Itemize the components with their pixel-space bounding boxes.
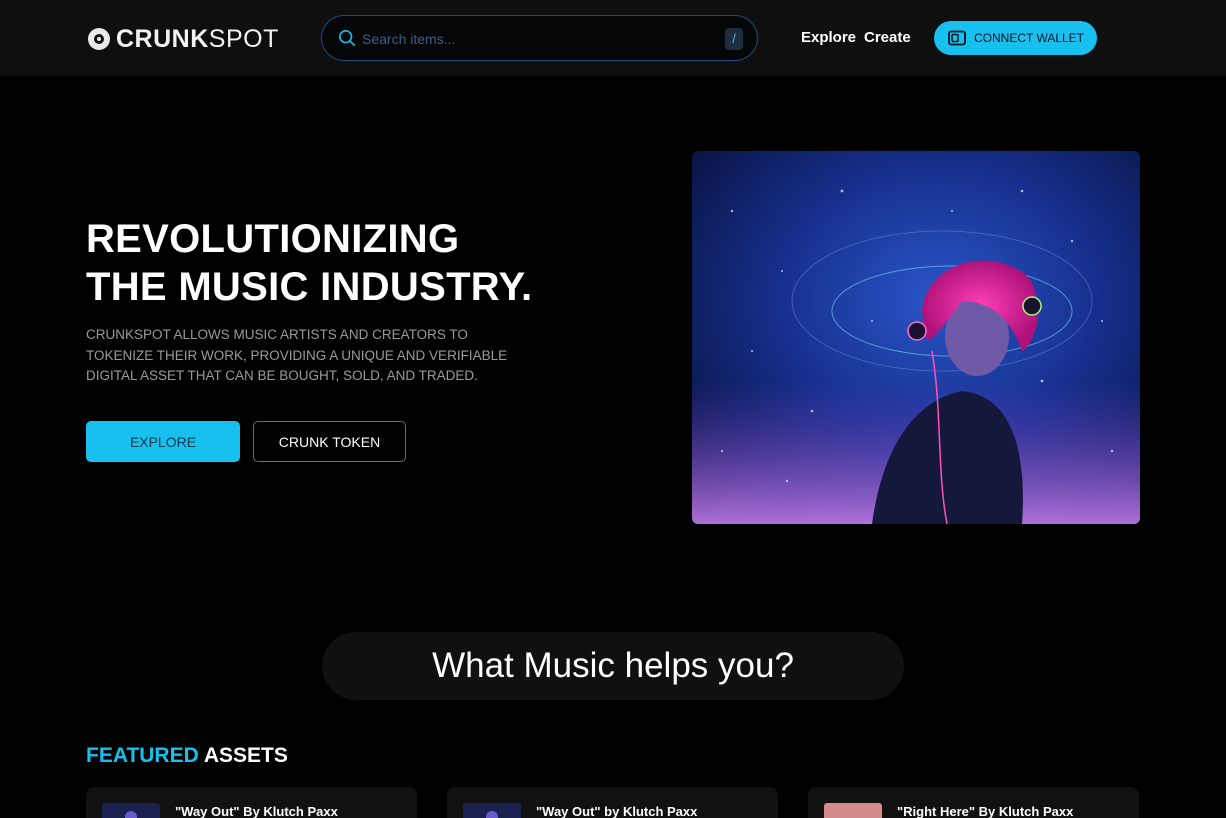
hero-description: CRUNKSPOT ALLOWS MUSIC ARTISTS AND CREAT… (86, 327, 508, 383)
section-title-banner: What Music helps you? (322, 632, 904, 700)
brand-logo[interactable]: CRUNKSPOT (88, 24, 279, 54)
nav-create-link[interactable]: Create (864, 29, 911, 46)
section-title: What Music helps you? (432, 646, 794, 685)
featured-heading-accent: FEATURED (86, 744, 199, 767)
crunk-token-button[interactable]: CRUNK TOKEN (253, 421, 406, 462)
search-bar: / (321, 15, 758, 61)
asset-title: "Way Out" by Klutch Paxx (536, 804, 698, 818)
featured-asset-card[interactable]: "Right Here" By Klutch Paxx (808, 787, 1139, 818)
top-navbar: CRUNKSPOT / Explore Create CONNECT WALLE… (0, 0, 1226, 76)
hero-artwork-image (692, 151, 1140, 524)
nav-explore-link[interactable]: Explore (801, 29, 856, 46)
search-shortcut-key: / (725, 28, 743, 50)
asset-title: "Right Here" By Klutch Paxx (897, 804, 1074, 818)
hero-title: REVOLUTIONIZING THE MUSIC INDUSTRY. (86, 215, 566, 311)
hero-explore-button[interactable]: EXPLORE (86, 421, 240, 462)
wallet-icon (948, 30, 966, 46)
asset-title: "Way Out" By Klutch Paxx (175, 804, 338, 818)
connect-wallet-button[interactable]: CONNECT WALLET (934, 21, 1097, 55)
asset-thumbnail (824, 803, 882, 818)
vinyl-logo-icon (88, 28, 110, 50)
featured-heading-rest: ASSETS (198, 744, 288, 767)
search-icon (338, 29, 356, 47)
asset-thumbnail (102, 803, 160, 818)
search-input[interactable] (362, 26, 712, 52)
featured-asset-card[interactable]: "Way Out" By Klutch Paxx (86, 787, 417, 818)
asset-thumbnail (463, 803, 521, 818)
connect-wallet-label: CONNECT WALLET (974, 31, 1085, 45)
featured-assets-heading: FEATURED ASSETS (86, 744, 288, 768)
hero-title-line-2: THE MUSIC INDUSTRY. (86, 265, 533, 309)
hero-title-line-1: REVOLUTIONIZING (86, 217, 460, 261)
featured-asset-card[interactable]: "Way Out" by Klutch Paxx (447, 787, 778, 818)
brand-name: CRUNKSPOT (116, 24, 279, 53)
